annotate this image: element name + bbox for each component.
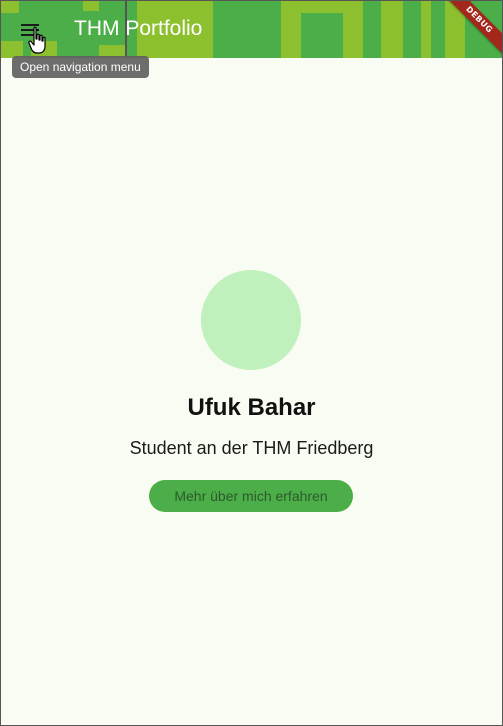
learn-more-button[interactable]: Mehr über mich erfahren <box>149 480 353 512</box>
avatar <box>201 270 301 370</box>
app-bar: THM Portfolio DEBUG <box>1 1 502 58</box>
app-window: THM Portfolio DEBUG Open navigation menu… <box>0 0 503 726</box>
profile-subtitle: Student an der THM Friedberg <box>129 438 374 458</box>
profile-name: Ufuk Bahar <box>187 394 316 421</box>
navigation-tooltip: Open navigation menu <box>12 56 149 78</box>
hamburger-menu-icon <box>21 24 39 36</box>
navigation-menu-button[interactable] <box>13 13 47 47</box>
app-title: THM Portfolio <box>74 17 203 40</box>
